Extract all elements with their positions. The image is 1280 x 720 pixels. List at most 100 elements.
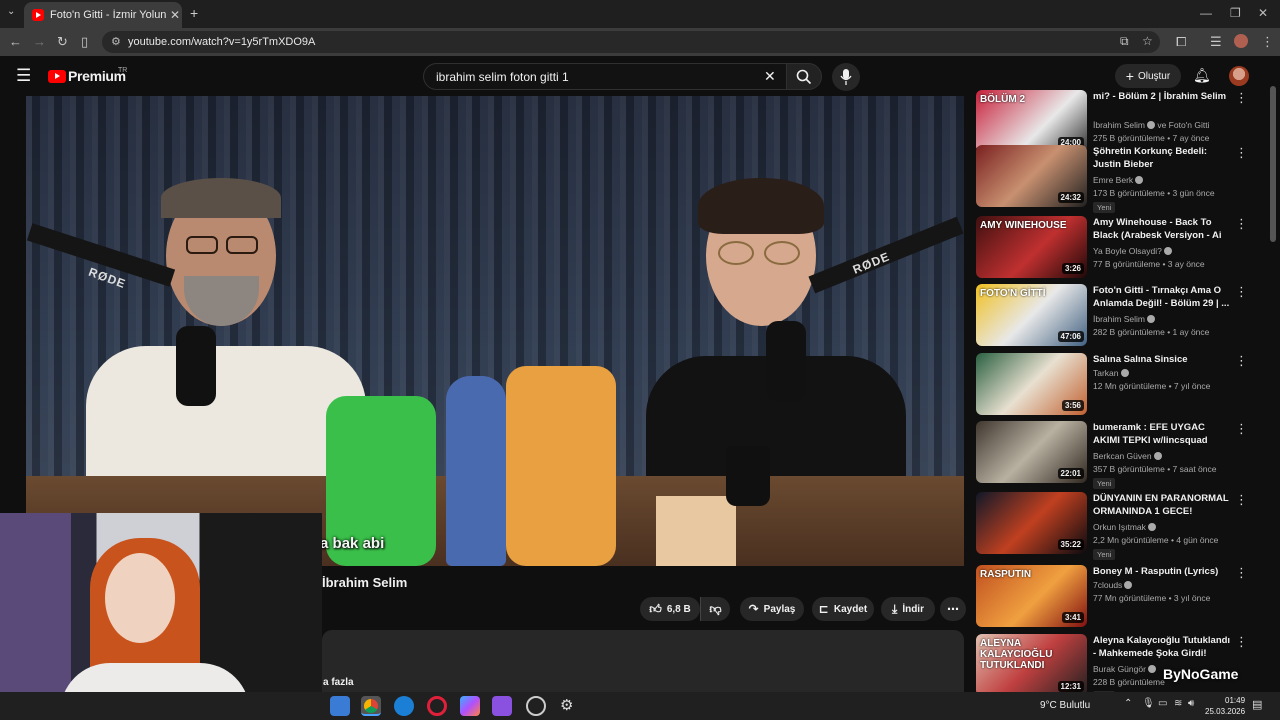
recommended-video[interactable]: 3:56 Salına Salına Sinsice Tarkan 12 Mn gör… [976,353,1268,417]
video-title[interactable]: Amy Winehouse - Back To Black (Arabesk V… [1093,216,1233,242]
extensions-icon[interactable]: ⧠ [1176,34,1186,50]
description-box[interactable] [322,630,964,700]
video-thumbnail[interactable]: FOTO'N GİTTİ 47:06 [976,284,1087,346]
video-channel[interactable]: İbrahim Selim [1093,314,1155,324]
tab-search-icon[interactable]: ⌄ [7,6,15,17]
restore-icon[interactable]: ❐ [1230,6,1241,20]
more-options-icon[interactable]: ⋮ [1235,492,1248,508]
reload-icon[interactable]: ↻ [57,34,68,50]
back-icon[interactable]: ← [9,34,22,50]
video-title[interactable]: Şöhretin Korkunç Bedeli: Justin Bieber [1093,145,1233,171]
video-title[interactable]: DÜNYANIN EN PARANORMAL ORMANINDA 1 GECE! [1093,492,1233,518]
video-title[interactable]: bumeramk : EFE UYGAC AKIMI TEPKI w/lincs… [1093,421,1233,447]
split-view-icon[interactable]: ▯ [81,34,88,50]
more-options-icon[interactable]: ⋮ [1235,565,1248,581]
recommended-video[interactable]: 22:01 bumeramk : EFE UYGAC AKIMI TEPKI w/… [976,421,1268,489]
video-channel[interactable]: Burak Güngör [1093,664,1156,674]
save-button[interactable]: ⊏ Kaydet [812,597,874,621]
verified-badge-icon [1163,247,1172,255]
bookmark-star-icon[interactable]: ☆ [1142,34,1153,48]
more-options-icon[interactable]: ⋮ [1235,634,1248,650]
video-thumbnail[interactable]: 3:56 [976,353,1087,415]
scrollbar[interactable] [1270,86,1276,242]
search-input[interactable]: ibrahim selim foton gitti 1 ✕ [423,63,787,90]
tray-network-icon[interactable]: ▭ [1158,698,1167,709]
more-options-icon[interactable]: ⋮ [1235,145,1248,161]
close-tab-icon[interactable]: ✕ [170,8,180,22]
video-thumbnail[interactable]: BÖLÜM 2 24:00 [976,90,1087,152]
video-thumbnail[interactable]: 35:22 [976,492,1087,554]
install-app-icon[interactable]: ⧉ [1120,34,1129,49]
clock[interactable]: 01:49 25.03.2026 [1205,695,1245,717]
video-channel[interactable]: Tarkan [1093,368,1129,378]
more-options-icon[interactable]: ⋮ [1235,284,1248,300]
opera-icon[interactable] [427,696,447,716]
close-window-icon[interactable]: ✕ [1258,6,1268,20]
video-title[interactable]: Foto'n Gitti - Tırnakçı Ama O Anlamda De… [1093,284,1233,310]
notification-center-icon[interactable]: ▤ [1252,698,1262,711]
search-button[interactable] [786,63,822,90]
video-title[interactable]: mi? - Bölüm 2 | İbrahim Selim [1093,90,1233,103]
more-options-icon[interactable]: ⋮ [1235,353,1248,369]
tray-volume-icon[interactable]: 🔊︎ [1188,698,1194,709]
minimize-icon[interactable]: — [1200,6,1212,20]
video-channel[interactable]: Emre Berk [1093,175,1144,185]
notifications-bell-icon[interactable]: 🔔︎ [1193,67,1211,84]
video-thumbnail[interactable]: 24:32 [976,145,1087,207]
voice-search-button[interactable] [832,63,860,91]
video-channel[interactable]: İbrahim Selim ve Foto'n Gitti [1093,120,1210,130]
video-thumbnail[interactable]: AMY WINEHOUSE 3:26 [976,216,1087,278]
obs-icon[interactable] [492,696,512,716]
recommended-video[interactable]: 35:22 DÜNYANIN EN PARANORMAL ORMANINDA 1 … [976,492,1268,560]
video-channel[interactable]: Berkcan Güven [1093,451,1162,461]
profile-avatar[interactable] [1234,34,1248,48]
video-thumbnail[interactable]: 22:01 [976,421,1087,483]
menu-dots-icon[interactable]: ⋮ [1261,34,1274,50]
settings-gear-icon[interactable]: ⚙ [560,696,573,714]
like-button[interactable]: 👍︎ 6,8 B [640,597,700,621]
video-player[interactable]: RØDE RØDE dogecoree : FJDHAJDFHAJADSH yo… [26,96,964,566]
youtube-logo-icon[interactable] [48,70,66,83]
orange-figure [506,366,616,566]
create-button[interactable]: + Oluştur [1115,64,1181,88]
more-options-icon[interactable]: ⋮ [1235,421,1248,437]
tray-wifi-icon[interactable]: ≋ [1174,698,1182,709]
video-thumbnail[interactable]: ALEYNA KALAYCIOĞLU TUTUKLANDI 12:31 [976,634,1087,696]
browser-tab[interactable]: Foto'n Gitti - İzmir Yolunda Ne ✕ [24,2,182,28]
more-options-icon[interactable]: ⋮ [1235,216,1248,232]
hamburger-menu-icon[interactable]: ☰ [16,66,31,86]
download-button[interactable]: ⤓ İndir [881,597,935,621]
video-title[interactable]: Boney M - Rasputin (Lyrics) [1093,565,1233,578]
recommended-video[interactable]: 24:32 Şöhretin Korkunç Bedeli: Justin Bie… [976,145,1268,213]
weather-widget[interactable]: 9°C Bulutlu [1040,700,1090,711]
chrome-icon[interactable] [361,696,381,716]
description-more[interactable]: a fazla [323,677,354,688]
speed-icon[interactable] [526,696,546,716]
video-channel[interactable]: Ya Boyle Olsaydi? [1093,246,1172,256]
video-channel[interactable]: Orkun Işıtmak [1093,522,1156,532]
edge-icon[interactable] [394,696,414,716]
more-actions-button[interactable]: ⋯ [940,597,966,621]
tray-chevron-icon[interactable]: ⌃ [1124,698,1132,709]
video-thumbnail[interactable]: RASPUTIN 3:41 [976,565,1087,627]
more-options-icon[interactable]: ⋮ [1235,90,1248,106]
channel-name[interactable]: İbrahim Selim [322,575,407,590]
reading-list-icon[interactable]: ☰ [1210,34,1222,50]
video-title[interactable]: Aleyna Kalaycıoğlu Tutuklandı - Mahkemed… [1093,634,1233,660]
recommended-video[interactable]: RASPUTIN 3:41 Boney M - Rasputin (Lyrics) 7… [976,565,1268,629]
recommended-video[interactable]: AMY WINEHOUSE 3:26 Amy Winehouse - Back To… [976,216,1268,280]
user-avatar[interactable] [1229,66,1249,86]
forward-icon[interactable]: → [33,34,46,50]
copilot-icon[interactable] [460,696,480,716]
dislike-button[interactable]: 👎︎ [700,597,730,621]
video-title[interactable]: Salına Salına Sinsice [1093,353,1233,366]
video-channel[interactable]: 7clouds [1093,580,1133,590]
taskbar-app-icon[interactable] [330,696,350,716]
tray-mic-icon[interactable]: 🎙︎ [1142,698,1155,709]
recommended-video[interactable]: FOTO'N GİTTİ 47:06 Foto'n Gitti - Tırnakçı… [976,284,1268,348]
clear-search-icon[interactable]: ✕ [764,68,776,85]
share-button[interactable]: ↷ Paylaş [740,597,804,621]
address-bar[interactable]: ⚙ youtube.com/watch?v=1y5rTmXDO9A ⧉ ☆ [102,31,1160,53]
new-tab-icon[interactable]: + [190,5,198,21]
site-info-icon[interactable]: ⚙ [111,35,121,48]
